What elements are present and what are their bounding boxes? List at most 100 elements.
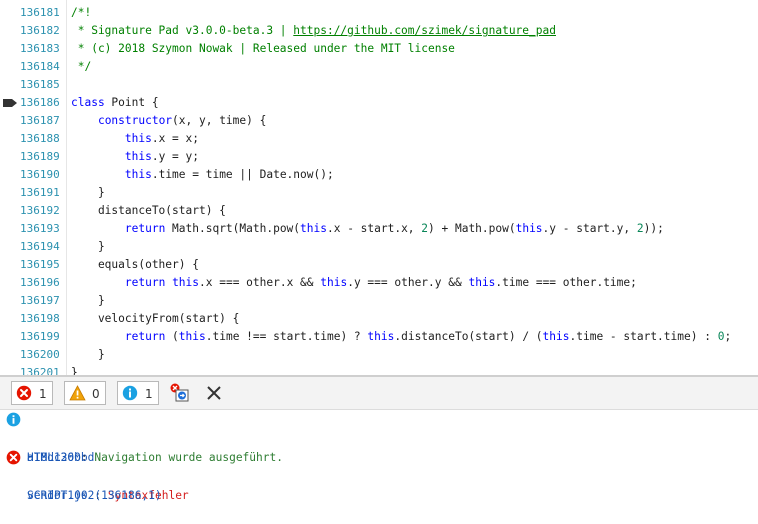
code-text: }	[71, 292, 105, 310]
code-text: */	[71, 58, 91, 76]
code-line[interactable]: 136195 equals(other) {	[0, 256, 758, 274]
code-link[interactable]: https://github.com/szimek/signature_pad	[293, 24, 556, 37]
clear-on-navigate-button[interactable]	[170, 383, 192, 405]
code-text: equals(other) {	[71, 256, 199, 274]
errors-count: 1	[39, 387, 47, 401]
code-text: return this.x === other.x && this.y === …	[71, 274, 637, 292]
error-location-marker-icon	[3, 99, 17, 107]
code-line[interactable]: 136194 }	[0, 238, 758, 256]
code-text: * (c) 2018 Szymon Nowak | Released under…	[71, 40, 455, 58]
code-token: .y === other.y &&	[347, 276, 469, 289]
code-token: equals(other) {	[71, 258, 199, 271]
warnings-filter-button[interactable]: 0	[64, 381, 106, 405]
code-line[interactable]: 136199 return (this.time !== start.time)…	[0, 328, 758, 346]
code-token: /*!	[71, 6, 92, 19]
line-number: 136184	[20, 60, 60, 73]
code-token: this	[542, 330, 570, 343]
code-line[interactable]: 136187 constructor(x, y, time) {	[0, 112, 758, 130]
code-line[interactable]: 136200 }	[0, 346, 758, 364]
code-token: .x === other.x &&	[199, 276, 321, 289]
code-text: }	[71, 364, 78, 375]
code-line[interactable]: 136190 this.time = time || Date.now();	[0, 166, 758, 184]
close-icon	[207, 386, 221, 400]
code-text: }	[71, 346, 105, 364]
code-token: ;	[724, 330, 732, 343]
line-number: 136190	[20, 168, 60, 181]
console-toolbar: 1 0 1	[0, 377, 758, 410]
code-token: }	[71, 240, 105, 253]
code-text: }	[71, 238, 105, 256]
console-source-link[interactable]: a18dc26bbd	[0, 429, 758, 464]
code-line[interactable]: 136189 this.y = y;	[0, 148, 758, 166]
info-icon	[122, 385, 138, 401]
code-line[interactable]: 136196 return this.x === other.x && this…	[0, 274, 758, 292]
code-text: return (this.time !== start.time) ? this…	[71, 328, 731, 346]
code-text: class Point {	[71, 94, 159, 112]
line-number: 136187	[20, 114, 60, 127]
code-token: (x, y, time) {	[172, 114, 267, 127]
code-token: this	[178, 330, 206, 343]
code-token: }	[71, 294, 105, 307]
code-token: this	[172, 276, 200, 289]
code-line[interactable]: 136201}	[0, 364, 758, 375]
code-token: }	[71, 348, 105, 361]
code-text: velocityFrom(start) {	[71, 310, 239, 328]
code-token: 2	[636, 222, 644, 235]
code-line[interactable]: 136191 }	[0, 184, 758, 202]
line-number: 136198	[20, 312, 60, 325]
line-number: 136195	[20, 258, 60, 271]
code-token: .x - start.x,	[326, 222, 422, 235]
code-token: return	[124, 330, 166, 343]
code-text: this.y = y;	[71, 148, 199, 166]
code-line[interactable]: 136181 /*!	[0, 4, 758, 22]
code-line[interactable]: 136193 return Math.sqrt(Math.pow(this.x …	[0, 220, 758, 238]
line-number: 136196	[20, 276, 60, 289]
warnings-count: 0	[92, 387, 100, 401]
line-number: 136182	[20, 24, 60, 37]
line-number: 136189	[20, 150, 60, 163]
code-line[interactable]: 136185	[0, 76, 758, 94]
clear-console-button[interactable]	[205, 384, 223, 402]
code-token: this	[300, 222, 327, 235]
code-token: distanceTo(start) {	[71, 204, 226, 217]
code-line[interactable]: 136183 * (c) 2018 Szymon Nowak | Release…	[0, 40, 758, 58]
console-message-info[interactable]: HTML1300: Navigation wurde ausgeführt.	[0, 410, 758, 464]
code-editor[interactable]: 136181 /*! 136182 * Signature Pad v3.0.0-b…	[0, 0, 758, 375]
code-token: }	[71, 366, 78, 375]
code-token: return	[124, 276, 166, 289]
code-token: this	[124, 168, 152, 181]
code-line[interactable]: 136198 velocityFrom(start) {	[0, 310, 758, 328]
code-text: this.time = time || Date.now();	[71, 166, 334, 184]
error-icon	[16, 385, 32, 401]
code-text: return Math.sqrt(Math.pow(this.x - start…	[71, 220, 664, 238]
code-token: .x = x;	[151, 132, 199, 145]
code-line[interactable]: 136197 }	[0, 292, 758, 310]
code-text: }	[71, 184, 105, 202]
line-number: 136181	[20, 6, 60, 19]
code-token: Point {	[104, 96, 159, 109]
code-token: .time === other.time;	[495, 276, 637, 289]
line-number: 136186	[20, 96, 60, 109]
warning-icon	[69, 385, 86, 401]
code-line[interactable]: 136184 */	[0, 58, 758, 76]
code-line[interactable]: 136188 this.x = x;	[0, 130, 758, 148]
info-filter-button[interactable]: 1	[117, 381, 159, 405]
line-number: 136201	[20, 366, 60, 375]
errors-filter-button[interactable]: 1	[11, 381, 53, 405]
line-number: 136185	[20, 78, 60, 91]
code-text: distanceTo(start) {	[71, 202, 226, 220]
code-token: }	[71, 186, 105, 199]
code-token: ));	[643, 222, 664, 235]
code-line[interactable]: 136186 class Point {	[0, 94, 758, 112]
message-source[interactable]: vendor.js (136186,1)	[27, 486, 162, 505]
code-line[interactable]: 136182 * Signature Pad v3.0.0-beta.3 | h…	[0, 22, 758, 40]
console-source-link[interactable]: vendor.js (136186,1)	[0, 467, 758, 502]
console-message-error[interactable]: SCRIPT1002: Syntaxfehler	[0, 448, 758, 502]
code-token: ) + Math.pow(	[428, 222, 516, 235]
line-number: 136194	[20, 240, 60, 253]
code-line[interactable]: 136192 distanceTo(start) {	[0, 202, 758, 220]
